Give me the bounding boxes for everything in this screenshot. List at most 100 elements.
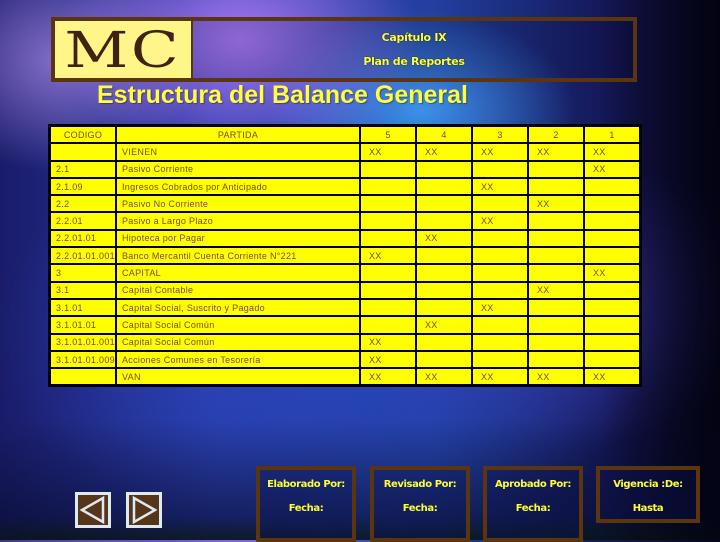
signature-box-elaborado: Elaborado Por: Fecha: [256, 466, 356, 542]
row-col4-cell [415, 211, 473, 231]
row-col3-cell: XX [471, 367, 529, 387]
chapter-title: Capítulo IX [381, 31, 447, 44]
row-col2-cell [527, 315, 585, 335]
row-partida-cell: Capital Social, Suscrito y Pagado [115, 297, 361, 318]
row-code-cell [48, 142, 117, 162]
table-row: 2.1 Pasivo Corriente XX [48, 159, 642, 179]
row-col5-cell: XX [359, 367, 417, 387]
row-col4-cell [415, 246, 473, 266]
row-col5-cell: XX [359, 246, 417, 266]
row-col5-cell [359, 159, 417, 179]
previous-slide-button[interactable] [75, 492, 111, 528]
table-row: 3.1.01 Capital Social, Suscrito y Pagado X… [48, 297, 642, 318]
row-col3-cell [471, 228, 529, 249]
row-col2-cell: XX [527, 280, 585, 300]
row-col3-cell [471, 246, 529, 266]
row-code-cell: 2.1.09 [48, 176, 117, 197]
row-col2-cell [527, 228, 585, 249]
table-row: 3.1 Capital Contable XX [48, 280, 642, 300]
row-col3-cell [471, 349, 529, 370]
row-col3-cell: XX [471, 297, 529, 318]
balance-structure-table: CODIGO PARTIDA 5 4 3 2 1 VIENEN XX XX XX XX X… [48, 124, 642, 388]
banner-text: Capítulo IX Plan de Reportes [195, 21, 633, 78]
row-col1-cell [583, 280, 642, 300]
row-code-cell: 3.1.01.01.009 [48, 349, 117, 370]
row-code-cell: 3.1.01 [48, 297, 117, 318]
row-col3-cell [471, 159, 529, 179]
row-col4-cell: XX [415, 142, 473, 162]
row-col1-cell: XX [583, 367, 642, 387]
table-body: VIENEN XX XX XX XX XX 2.1 Pasivo Corriente XX 2.1… [48, 142, 642, 387]
column-header-codigo: CODIGO [48, 124, 117, 145]
row-col2-cell [527, 246, 585, 266]
row-partida-cell: Pasivo a Largo Plazo [115, 211, 361, 231]
elaborado-fecha-label: Fecha: [288, 503, 324, 514]
column-header-3: 3 [471, 124, 529, 145]
row-col1-cell [583, 315, 642, 335]
column-header-4: 4 [415, 124, 473, 145]
row-partida-cell: CAPITAL [115, 263, 361, 283]
row-col3-cell: XX [471, 142, 529, 162]
row-col4-cell [415, 176, 473, 197]
row-col4-cell: XX [415, 367, 473, 387]
row-col1-cell [583, 349, 642, 370]
revisado-fecha-label: Fecha: [402, 503, 438, 514]
row-col2-cell: XX [527, 367, 585, 387]
row-col1-cell [583, 332, 642, 352]
row-col1-cell: XX [583, 159, 642, 179]
row-col5-cell [359, 194, 417, 214]
row-partida-cell: VAN [115, 367, 361, 387]
column-header-1: 1 [583, 124, 642, 145]
next-slide-button[interactable] [126, 492, 162, 528]
row-partida-cell: Pasivo Corriente [115, 159, 361, 179]
table-row: 3.1.01.01.009 Acciones Comunes en Tesorer… [48, 349, 642, 370]
row-col2-cell [527, 332, 585, 352]
row-col4-cell [415, 263, 473, 283]
row-code-cell: 2.2.01.01.001 [48, 246, 117, 266]
table-row: VAN XX XX XX XX XX [48, 367, 642, 387]
row-col4-cell [415, 280, 473, 300]
row-code-cell: 2.1 [48, 159, 117, 179]
signature-box-revisado: Revisado Por: Fecha: [370, 466, 470, 542]
row-col2-cell [527, 159, 585, 179]
signature-box-vigencia: Vigencia :De: Hasta [596, 466, 700, 523]
row-partida-cell: Ingresos Cobrados por Anticipado [115, 176, 361, 197]
triangle-right-icon [132, 495, 158, 525]
row-col2-cell [527, 176, 585, 197]
section-subtitle: Plan de Reportes [363, 55, 465, 68]
row-col4-cell: XX [415, 315, 473, 335]
mc-logo: MC [55, 21, 193, 78]
triangle-left-icon [79, 495, 105, 525]
row-col3-cell: XX [471, 176, 529, 197]
row-col5-cell: XX [359, 332, 417, 352]
row-partida-cell: Acciones Comunes en Tesorería [115, 349, 361, 370]
row-col5-cell: XX [359, 142, 417, 162]
row-col4-cell [415, 159, 473, 179]
row-col3-cell [471, 332, 529, 352]
row-code-cell: 2.2.01 [48, 211, 117, 231]
row-partida-cell: Capital Social Común [115, 332, 361, 352]
row-col1-cell [583, 211, 642, 231]
row-col3-cell: XX [471, 211, 529, 231]
row-partida-cell: VIENEN [115, 142, 361, 162]
row-code-cell: 2.2.01.01 [48, 228, 117, 249]
row-col1-cell: XX [583, 263, 642, 283]
table-row: 3.1.01.01.001 Capital Social Común XX [48, 332, 642, 352]
row-col4-cell [415, 332, 473, 352]
row-col5-cell [359, 280, 417, 300]
row-col3-cell [471, 194, 529, 214]
aprobado-por-label: Aprobado Por: [494, 479, 572, 490]
column-header-5: 5 [359, 124, 417, 145]
row-col5-cell [359, 228, 417, 249]
row-col5-cell [359, 176, 417, 197]
page-title: Estructura del Balance General [97, 81, 468, 109]
row-col4-cell [415, 297, 473, 318]
signature-box-aprobado: Aprobado Por: Fecha: [483, 466, 583, 542]
row-col2-cell: XX [527, 142, 585, 162]
row-code-cell: 3.1.01.01.001 [48, 332, 117, 352]
row-col1-cell [583, 297, 642, 318]
vigencia-de-label: Vigencia :De: [613, 479, 683, 490]
row-col5-cell [359, 263, 417, 283]
row-code-cell: 3.1.01.01 [48, 315, 117, 335]
row-col4-cell [415, 349, 473, 370]
